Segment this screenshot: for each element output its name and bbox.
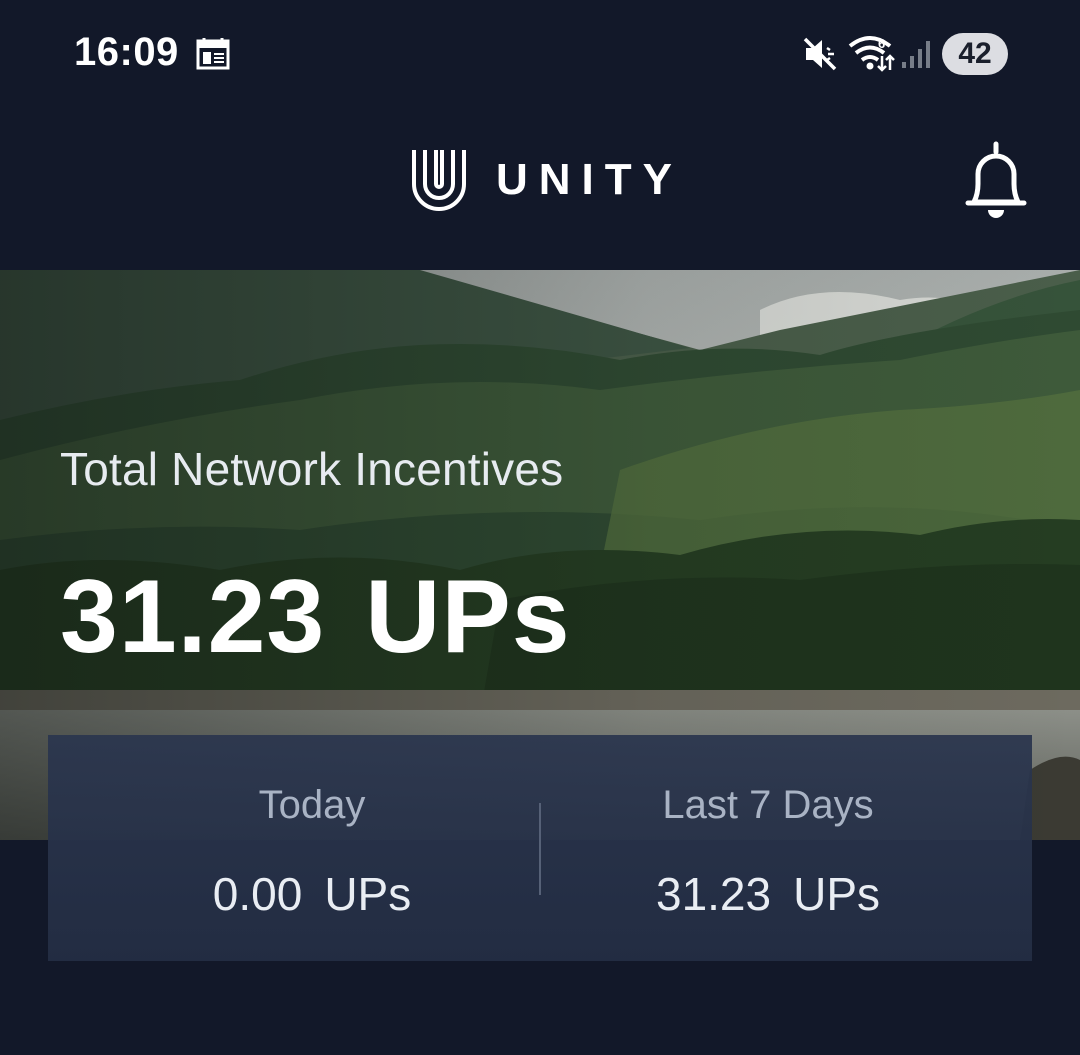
bell-icon[interactable] bbox=[960, 140, 1032, 222]
stat-last-7-days: Last 7 Days 31.23 UPs bbox=[540, 735, 1032, 961]
stat-last-7-days-amount: 31.23 bbox=[655, 868, 772, 920]
mute-icon bbox=[803, 37, 837, 71]
app-screen: 16:09 6 42 UNITY Total Network Incentive… bbox=[0, 0, 1080, 1055]
battery-indicator: 42 bbox=[942, 33, 1008, 75]
status-time: 16:09 bbox=[74, 30, 179, 74]
unity-logo-icon bbox=[412, 150, 466, 211]
stat-last-7-days-value: 31.23 UPs bbox=[522, 867, 1014, 921]
wifi-icon: 6 bbox=[848, 36, 895, 72]
total-incentives-value: 31.23 UPs bbox=[60, 558, 571, 677]
hero-title: Total Network Incentives bbox=[60, 443, 564, 495]
stat-today-label: Today bbox=[258, 783, 366, 827]
stat-today-amount: 0.00 bbox=[212, 868, 303, 920]
brand-name: UNITY bbox=[496, 155, 683, 204]
status-bar: 16:09 6 42 bbox=[0, 0, 1080, 110]
calendar-icon bbox=[196, 38, 230, 70]
app-header: UNITY bbox=[0, 110, 1080, 270]
stat-last-7-days-unit: UPs bbox=[793, 868, 881, 920]
incentives-stats-card: Today 0.00 UPs Last 7 Days 31.23 UPs bbox=[48, 735, 1032, 961]
stat-last-7-days-label: Last 7 Days bbox=[662, 783, 874, 827]
stat-today-unit: UPs bbox=[324, 868, 412, 920]
svg-text:6: 6 bbox=[878, 36, 885, 51]
total-incentives-unit: UPs bbox=[365, 559, 571, 675]
total-incentives-amount: 31.23 bbox=[60, 559, 326, 675]
stat-today: Today 0.00 UPs bbox=[48, 735, 540, 961]
stat-today-value: 0.00 UPs bbox=[66, 867, 558, 921]
signal-icon bbox=[902, 41, 930, 68]
